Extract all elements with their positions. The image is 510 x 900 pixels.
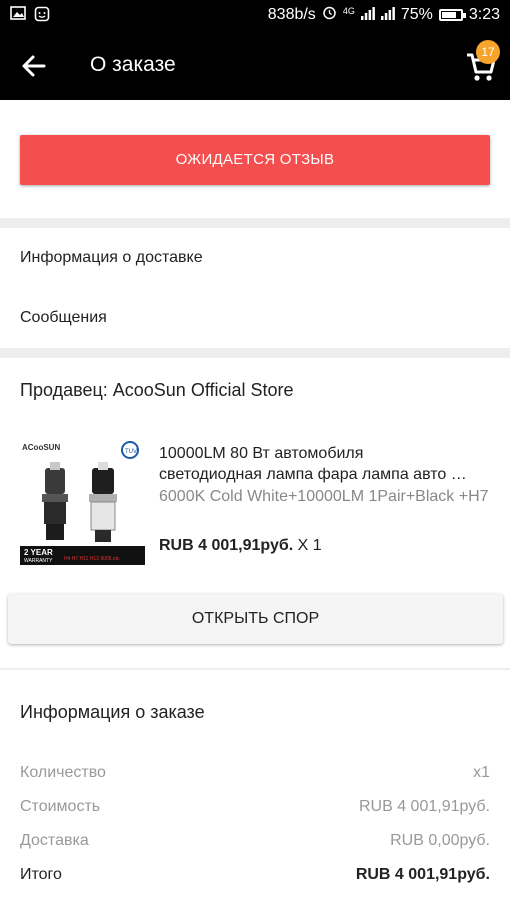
image-brand-text: ACooSUN — [22, 443, 60, 452]
product-variant: 6000K Cold White+10000LM 1Pair+Black +H7 — [159, 488, 489, 505]
messages-link[interactable]: Сообщения — [20, 309, 107, 327]
battery-icon — [438, 9, 466, 21]
total-value: RUB 4 001,91руб. — [355, 866, 490, 883]
product-quantity: X 1 — [297, 537, 322, 554]
signal-icon-2 — [380, 6, 395, 25]
status-bar: 838b/s 4G 75% 3:23 — [0, 0, 510, 30]
quantity-row: Количество x1 — [20, 764, 490, 782]
quantity-label: Количество — [20, 764, 106, 781]
total-row: Итого RUB 4 001,91руб. — [20, 866, 490, 884]
product-title-line2: светодиодная лампа фара лампа авто … — [159, 466, 467, 483]
seller-name[interactable]: Продавец: AcooSun Official Store — [20, 380, 294, 401]
product-title-line1: 10000LM 80 Вт автомобиля — [159, 445, 364, 462]
total-label: Итого — [20, 866, 62, 883]
clock: 3:23 — [468, 6, 500, 23]
open-dispute-button[interactable]: ОТКРЫТЬ СПОР — [8, 594, 503, 644]
shipping-label: Доставка — [20, 832, 89, 849]
order-links-section: Информация о доставке Сообщения — [0, 228, 510, 348]
image-warranty-text: WARRANTY — [24, 558, 53, 564]
order-info-section: Информация о заказе Количество x1 Стоимо… — [0, 670, 510, 900]
product-price-row: RUB 4 001,91руб. X 1 — [159, 537, 322, 555]
messenger-notification-icon — [34, 6, 50, 26]
product-title[interactable]: 10000LM 80 Вт автомобиля светодиодная ла… — [159, 443, 494, 485]
delivery-info-link[interactable]: Информация о доставке — [20, 249, 203, 267]
product-thumbnail[interactable]: ACooSUN TUV 2 YEAR WARRANTY H4 H7 H11 H1… — [20, 438, 145, 565]
cost-value: RUB 4 001,91руб. — [358, 798, 490, 815]
shipping-value: RUB 0,00руб. — [390, 832, 490, 849]
cart-count-badge: 17 — [476, 40, 500, 64]
image-year-text: 2 YEAR — [24, 548, 53, 557]
network-speed: 838b/s — [267, 6, 316, 23]
image-notification-icon — [10, 6, 26, 26]
alarm-icon — [322, 5, 337, 25]
product-price: RUB 4 001,91руб. — [159, 537, 294, 554]
order-status-section: ОЖИДАЕТСЯ ОТЗЫВ — [0, 100, 510, 218]
cost-label: Стоимость — [20, 798, 101, 815]
page-title: О заказе — [90, 53, 176, 76]
image-models-text: H4 H7 H11 H13 9005.etc — [64, 556, 120, 562]
app-bar: О заказе 17 — [0, 30, 510, 100]
svg-text:TUV: TUV — [125, 449, 137, 455]
quantity-value: x1 — [473, 764, 490, 781]
battery-percent: 75% — [400, 6, 433, 23]
order-info-title: Информация о заказе — [20, 702, 205, 722]
cost-row: Стоимость RUB 4 001,91руб. — [20, 798, 490, 816]
signal-icon — [360, 6, 375, 25]
back-arrow-icon[interactable] — [16, 48, 52, 84]
shipping-row: Доставка RUB 0,00руб. — [20, 832, 490, 850]
leave-feedback-button[interactable]: ОЖИДАЕТСЯ ОТЗЫВ — [20, 135, 490, 185]
network-type: 4G — [342, 6, 355, 16]
product-section: Продавец: AcooSun Official Store ACooSUN… — [0, 358, 510, 668]
